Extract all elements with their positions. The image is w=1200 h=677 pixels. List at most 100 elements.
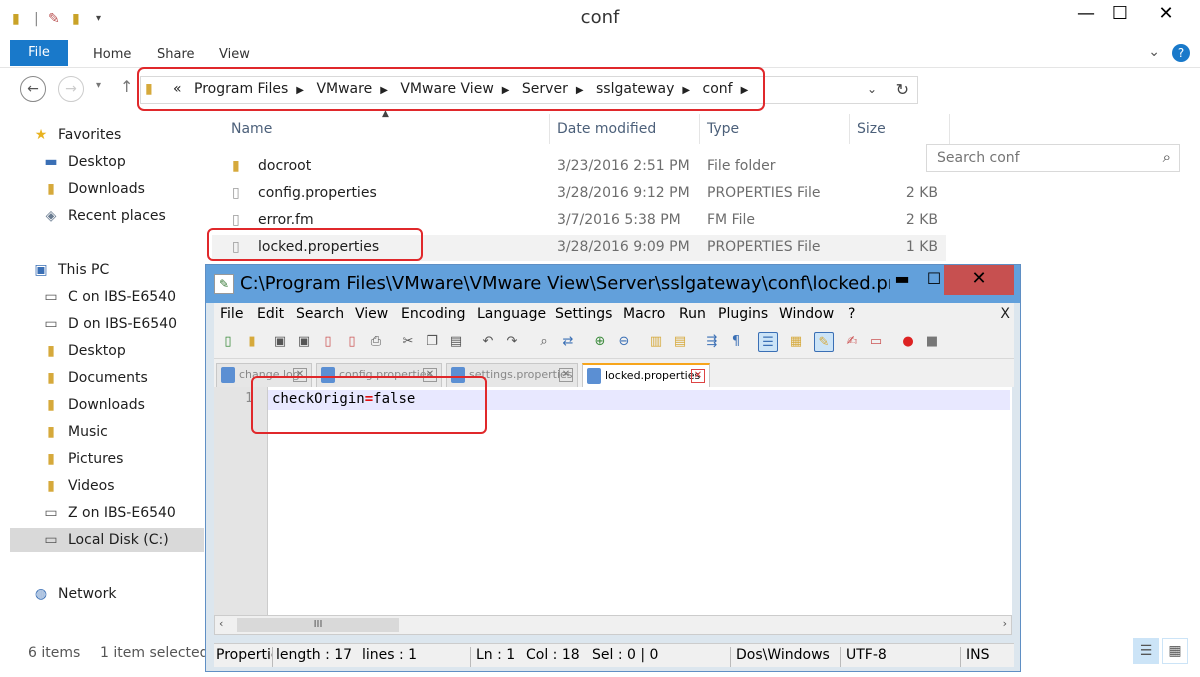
- menu-encoding[interactable]: Encoding: [401, 306, 466, 322]
- nav-desktop[interactable]: ▬ Desktop: [40, 150, 125, 174]
- find-icon[interactable]: ⌕: [534, 332, 554, 352]
- column-size[interactable]: Size: [857, 121, 886, 137]
- scroll-right-icon[interactable]: ›: [1003, 617, 1007, 630]
- status-encoding: UTF-8: [846, 647, 887, 663]
- menu-language[interactable]: Language: [477, 306, 546, 322]
- scrollbar-thumb[interactable]: III: [237, 618, 399, 632]
- details-view-icon[interactable]: ☰: [1133, 638, 1159, 664]
- nav-music[interactable]: ▮ Music: [40, 420, 108, 444]
- open-file-icon[interactable]: ▮: [242, 332, 262, 352]
- document-map-icon[interactable]: ✍: [842, 332, 862, 352]
- nav-this-pc[interactable]: ▣ This PC: [30, 258, 109, 282]
- function-list-icon[interactable]: ✎: [814, 332, 834, 352]
- file-row[interactable]: ▯ config.properties 3/28/2016 9:12 PM PR…: [212, 181, 946, 207]
- save-all-icon[interactable]: ▣: [294, 332, 314, 352]
- record-macro-icon[interactable]: ●: [898, 332, 918, 352]
- file-row[interactable]: ▮ docroot 3/23/2016 2:51 PM File folder: [212, 154, 946, 180]
- menu-macro[interactable]: Macro: [623, 306, 665, 322]
- menu-search[interactable]: Search: [296, 306, 344, 322]
- undo-icon[interactable]: ↶: [478, 332, 498, 352]
- search-input[interactable]: [927, 145, 1151, 171]
- menu-run[interactable]: Run: [679, 306, 706, 322]
- status-divider: [840, 647, 841, 667]
- nav-local-disk[interactable]: ▭ Local Disk (C:): [10, 528, 204, 552]
- search-box[interactable]: ⌕: [926, 144, 1180, 172]
- notepad-maximize-button[interactable]: ☐: [922, 265, 946, 295]
- menu-file[interactable]: File: [220, 306, 243, 322]
- scroll-left-icon[interactable]: ‹: [219, 617, 223, 630]
- refresh-icon[interactable]: ↻: [896, 80, 909, 99]
- sync-horizontal-icon[interactable]: ▤: [670, 332, 690, 352]
- nav-network[interactable]: ◍ Network: [30, 582, 117, 606]
- zoom-in-icon[interactable]: ⊕: [590, 332, 610, 352]
- nav-videos[interactable]: ▮ Videos: [40, 474, 114, 498]
- menu-edit[interactable]: Edit: [257, 306, 284, 322]
- zoom-out-icon[interactable]: ⊖: [614, 332, 634, 352]
- column-divider[interactable]: [849, 114, 850, 144]
- word-wrap-icon[interactable]: ⇶: [702, 332, 722, 352]
- column-divider[interactable]: [549, 114, 550, 144]
- notepad-close-button[interactable]: ✕: [944, 265, 1014, 295]
- menu-view[interactable]: View: [355, 306, 388, 322]
- nav-downloads[interactable]: ▮ Downloads: [40, 177, 145, 201]
- tab-home[interactable]: Home: [93, 47, 131, 62]
- column-divider[interactable]: [949, 114, 950, 144]
- close-icon[interactable]: ✕: [691, 369, 705, 383]
- nav-recent-places[interactable]: ◈ Recent places: [40, 204, 166, 228]
- nav-pc-downloads[interactable]: ▮ Downloads: [40, 393, 145, 417]
- menu-help[interactable]: ?: [848, 306, 855, 322]
- help-icon[interactable]: ?: [1172, 44, 1190, 62]
- notepad-minimize-button[interactable]: ▬: [890, 265, 914, 295]
- cut-icon[interactable]: ✂: [398, 332, 418, 352]
- horizontal-scrollbar[interactable]: ‹ III ›: [214, 615, 1012, 635]
- copy-icon[interactable]: ❐: [422, 332, 442, 352]
- status-lines: lines : 1: [362, 647, 418, 663]
- column-date-modified[interactable]: Date modified: [557, 121, 656, 137]
- menu-settings[interactable]: Settings: [555, 306, 612, 322]
- close-icon[interactable]: ✕: [559, 368, 573, 382]
- nav-d-drive[interactable]: ▭ D on IBS-E6540: [40, 312, 177, 336]
- print-icon[interactable]: ⎙: [366, 332, 386, 352]
- minimize-button[interactable]: —: [1064, 0, 1108, 30]
- up-icon[interactable]: ↑: [120, 77, 133, 96]
- close-button[interactable]: ✕: [1140, 0, 1192, 30]
- show-all-characters-icon[interactable]: ¶: [726, 332, 746, 352]
- tab-share[interactable]: Share: [157, 47, 195, 62]
- column-type[interactable]: Type: [707, 121, 739, 137]
- nav-pictures[interactable]: ▮ Pictures: [40, 447, 123, 471]
- close-file-icon[interactable]: ▯: [318, 332, 338, 352]
- column-name[interactable]: Name: [231, 121, 272, 137]
- file-tab[interactable]: File: [10, 40, 68, 66]
- nav-z-drive[interactable]: ▭ Z on IBS-E6540: [40, 501, 175, 525]
- folder-workspace-icon[interactable]: ▭: [866, 332, 886, 352]
- chevron-down-icon[interactable]: ⌄: [867, 82, 877, 96]
- redo-icon[interactable]: ↷: [502, 332, 522, 352]
- paste-icon[interactable]: ▤: [446, 332, 466, 352]
- indent-guide-icon[interactable]: ☰: [758, 332, 778, 352]
- close-document-button[interactable]: X: [1000, 306, 1010, 322]
- back-icon[interactable]: ←: [20, 76, 46, 102]
- sync-vertical-icon[interactable]: ▥: [646, 332, 666, 352]
- nav-documents[interactable]: ▮ Documents: [40, 366, 148, 390]
- recent-locations-icon[interactable]: ▾: [96, 80, 101, 91]
- new-file-icon[interactable]: ▯: [218, 332, 238, 352]
- tab-locked-properties[interactable]: locked.properties ✕: [582, 363, 710, 387]
- column-divider[interactable]: [699, 114, 700, 144]
- menu-plugins[interactable]: Plugins: [718, 306, 768, 322]
- large-icons-view-icon[interactable]: ▦: [1162, 638, 1188, 664]
- menu-window[interactable]: Window: [779, 306, 834, 322]
- close-all-icon[interactable]: ▯: [342, 332, 362, 352]
- status-divider: [470, 647, 471, 667]
- save-icon[interactable]: ▣: [270, 332, 290, 352]
- nav-favorites[interactable]: ★ Favorites: [30, 123, 122, 147]
- maximize-button[interactable]: ☐: [1108, 0, 1132, 30]
- nav-c-drive[interactable]: ▭ C on IBS-E6540: [40, 285, 176, 309]
- language-icon[interactable]: ▦: [786, 332, 806, 352]
- search-icon[interactable]: ⌕: [1163, 148, 1171, 166]
- nav-pc-desktop[interactable]: ▮ Desktop: [40, 339, 126, 363]
- replace-icon[interactable]: ⇄: [558, 332, 578, 352]
- stop-recording-icon[interactable]: ■: [922, 332, 942, 352]
- chevron-down-icon[interactable]: ⌄: [1148, 44, 1160, 60]
- tab-view[interactable]: View: [219, 47, 250, 62]
- forward-icon[interactable]: →: [58, 76, 84, 102]
